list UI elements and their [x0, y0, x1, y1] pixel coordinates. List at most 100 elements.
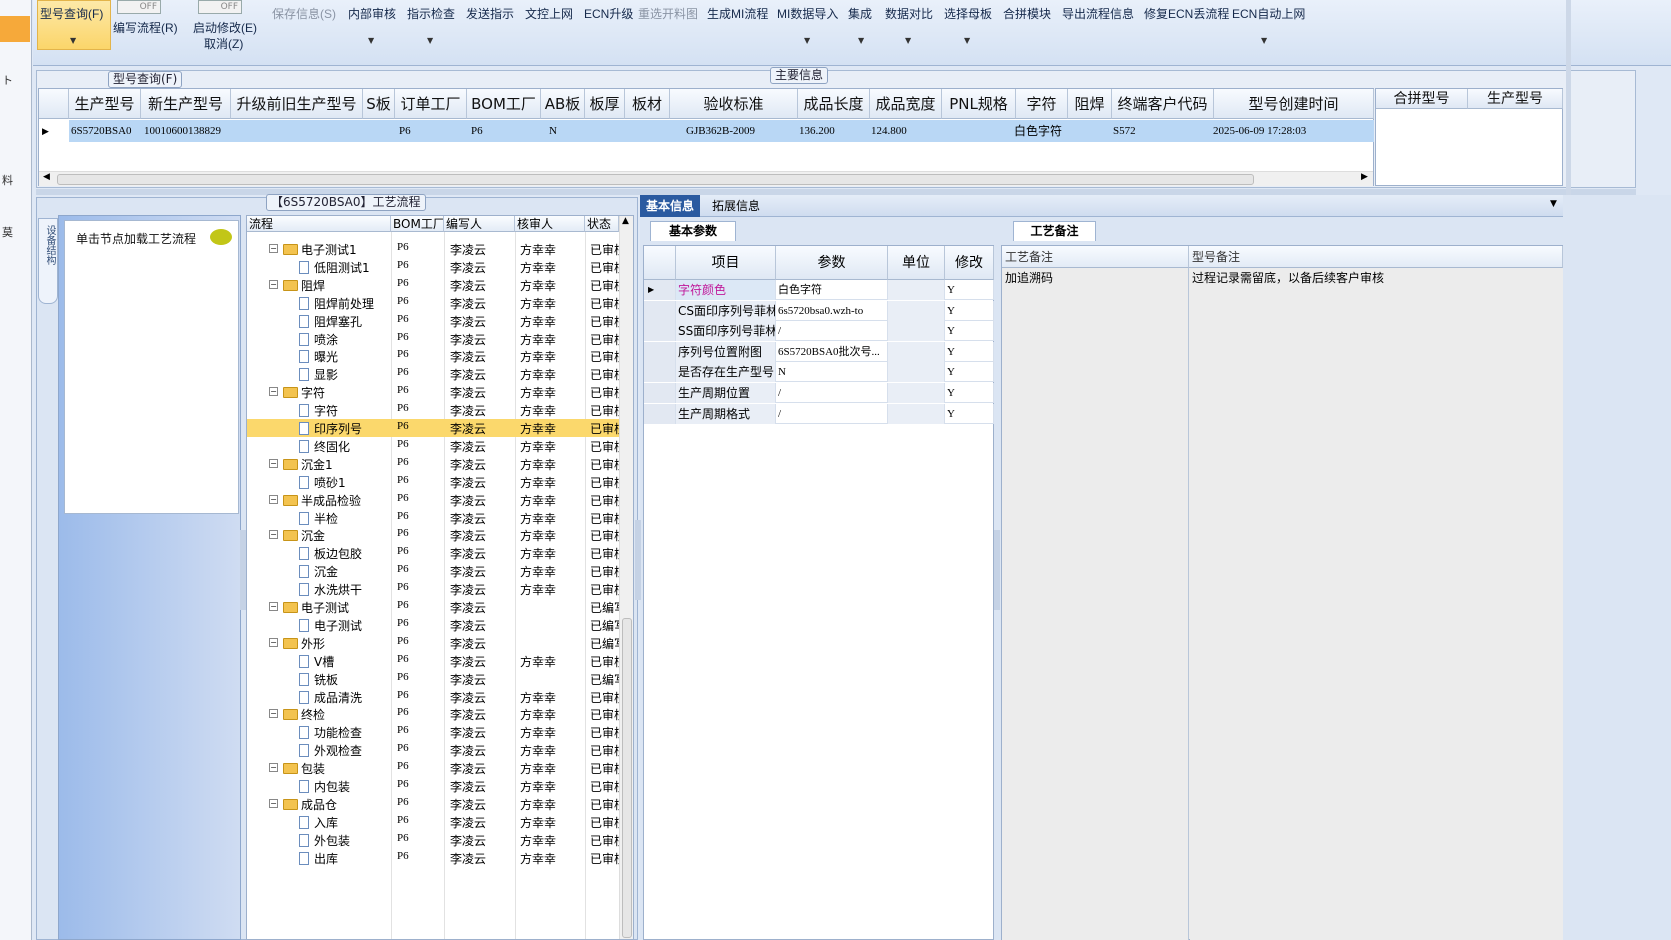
- cell-created[interactable]: 2025-06-09 17:28:03: [1210, 121, 1306, 141]
- scroll-left-icon[interactable]: ◀: [43, 172, 50, 182]
- chevron-down-icon[interactable]: ▼: [964, 36, 970, 45]
- column-header[interactable]: 生产型号: [69, 89, 141, 119]
- chevron-down-icon[interactable]: ▼: [1550, 199, 1557, 209]
- equipment-tab[interactable]: 设备结构: [38, 218, 58, 304]
- chevron-down-icon[interactable]: ▼: [905, 36, 911, 45]
- param-row[interactable]: 序列号位置附图 6S5720BSA0批次号... Y: [644, 341, 994, 362]
- param-unit[interactable]: [888, 321, 945, 342]
- tree-row[interactable]: 外观检查 P6 李凌云 方幸幸 已审核: [247, 741, 619, 759]
- tree-row[interactable]: 成品清洗 P6 李凌云 方幸幸 已审核: [247, 688, 619, 706]
- export-flow-button[interactable]: 导出流程信息: [1062, 5, 1134, 22]
- param-unit[interactable]: [888, 341, 945, 362]
- tree-row[interactable]: 喷砂1 P6 李凌云 方幸幸 已审核: [247, 473, 619, 491]
- param-modify[interactable]: Y: [945, 321, 994, 342]
- edit-toggle[interactable]: OFF: [117, 0, 161, 14]
- param-value[interactable]: 白色字符: [776, 280, 888, 300]
- chevron-down-icon[interactable]: ▼: [804, 36, 810, 45]
- collapse-toggle-icon[interactable]: −: [269, 494, 278, 504]
- tree-row[interactable]: 沉金 P6 李凌云 方幸幸 已审核: [247, 562, 619, 580]
- cell-width[interactable]: 124.800: [868, 121, 907, 141]
- instruction-check-button[interactable]: 指示检查: [407, 5, 455, 22]
- param-unit[interactable]: [888, 280, 945, 300]
- tree-row[interactable]: − 半成品检验 P6 李凌云 方幸幸 已审核: [247, 491, 619, 509]
- chevron-down-icon[interactable]: ▼: [858, 36, 864, 45]
- collapse-toggle-icon[interactable]: −: [269, 530, 278, 540]
- column-header[interactable]: AB板: [541, 89, 585, 119]
- param-unit[interactable]: [888, 300, 945, 321]
- collapse-toggle-icon[interactable]: −: [269, 637, 278, 647]
- param-modify[interactable]: Y: [945, 383, 994, 403]
- collapse-toggle-icon[interactable]: −: [269, 763, 278, 773]
- chevron-down-icon[interactable]: ▼: [368, 36, 374, 45]
- ecn-upgrade-button[interactable]: ECN升级: [584, 5, 633, 22]
- tab-process-notes[interactable]: 工艺备注: [1013, 221, 1096, 241]
- splitter-grip[interactable]: [635, 520, 641, 600]
- param-modify[interactable]: Y: [945, 300, 994, 321]
- scroll-thumb[interactable]: [622, 618, 632, 938]
- tree-row[interactable]: 阻焊前处理 P6 李凌云 方幸幸 已审核: [247, 294, 619, 312]
- edit-flow-button[interactable]: 编写流程(R): [113, 19, 178, 36]
- tree-row[interactable]: 外包装 P6 李凌云 方幸幸 已审核: [247, 831, 619, 849]
- column-header[interactable]: S板: [363, 89, 395, 119]
- cell-character[interactable]: 白色字符: [1011, 121, 1062, 141]
- modify-toggle[interactable]: OFF: [198, 0, 242, 14]
- tree-row[interactable]: 终固化 P6 李凌云 方幸幸 已审核: [247, 437, 619, 455]
- cancel-button[interactable]: 取消(Z): [204, 35, 243, 52]
- tree-row[interactable]: − 字符 P6 李凌云 方幸幸 已审核: [247, 383, 619, 401]
- tree-row[interactable]: 阻焊塞孔 P6 李凌云 方幸幸 已审核: [247, 312, 619, 330]
- collapse-toggle-icon[interactable]: −: [269, 387, 278, 397]
- param-value[interactable]: 6s5720bsa0.wzh-to: [776, 300, 888, 321]
- chevron-down-icon[interactable]: ▼: [1261, 36, 1267, 45]
- cell-standard[interactable]: GJB362B-2009: [683, 121, 755, 141]
- tree-row[interactable]: 曝光 P6 李凌云 方幸幸 已审核: [247, 347, 619, 365]
- reselect-cutting-button[interactable]: 重选开料图: [638, 5, 698, 22]
- param-value[interactable]: /: [776, 321, 888, 342]
- param-row[interactable]: 生产周期格式 / Y: [644, 403, 994, 424]
- cell-ab-board[interactable]: N: [546, 121, 557, 141]
- tree-row[interactable]: − 电子测试1 P6 李凌云 方幸幸 已审核: [247, 240, 619, 258]
- tree-row[interactable]: − 终检 P6 李凌云 方幸幸 已审核: [247, 705, 619, 723]
- model-query-button[interactable]: 型号查询(F): [40, 5, 103, 22]
- tree-row[interactable]: − 成品仓 P6 李凌云 方幸幸 已审核: [247, 795, 619, 813]
- doc-upload-button[interactable]: 文控上网: [525, 5, 573, 22]
- column-header[interactable]: 参数: [776, 246, 888, 280]
- tree-row[interactable]: V槽 P6 李凌云 方幸幸 已审核: [247, 652, 619, 670]
- tab-basic-info[interactable]: 基本信息: [640, 195, 701, 217]
- collapse-toggle-icon[interactable]: −: [269, 798, 278, 808]
- column-header[interactable]: 型号备注: [1189, 246, 1563, 268]
- integrate-button[interactable]: 集成: [848, 5, 872, 22]
- param-unit[interactable]: [888, 403, 945, 424]
- tree-row[interactable]: 板边包胶 P6 李凌云 方幸幸 已审核: [247, 544, 619, 562]
- param-modify[interactable]: Y: [945, 362, 994, 383]
- column-header[interactable]: 工艺备注: [1002, 246, 1189, 268]
- param-modify[interactable]: Y: [945, 403, 994, 424]
- column-header[interactable]: 终端客户代码: [1112, 89, 1214, 119]
- column-header[interactable]: 成品长度: [798, 89, 870, 119]
- tree-row[interactable]: 入库 P6 李凌云 方幸幸 已审核: [247, 813, 619, 831]
- merge-module-button[interactable]: 合拼模块: [1003, 5, 1051, 22]
- column-header[interactable]: BOM工厂: [467, 89, 541, 119]
- start-modify-button[interactable]: 启动修改(E): [193, 19, 257, 36]
- column-header[interactable]: 修改: [945, 246, 994, 280]
- tree-row[interactable]: − 电子测试 P6 李凌云 已编写: [247, 598, 619, 616]
- param-value[interactable]: /: [776, 383, 888, 403]
- tree-row[interactable]: − 沉金 P6 李凌云 方幸幸 已审核: [247, 526, 619, 544]
- tree-row[interactable]: 功能检查 P6 李凌云 方幸幸 已审核: [247, 723, 619, 741]
- collapse-toggle-icon[interactable]: −: [269, 244, 278, 253]
- column-header[interactable]: 字符: [1016, 89, 1068, 119]
- cell-new-model[interactable]: 10010600138829: [141, 121, 221, 141]
- chevron-down-icon[interactable]: ▼: [427, 36, 433, 45]
- ecn-auto-button[interactable]: ECN自动上网: [1232, 5, 1305, 22]
- model-query-tab[interactable]: 型号查询(F): [108, 71, 183, 88]
- param-unit[interactable]: [888, 383, 945, 403]
- column-header[interactable]: 项目: [676, 246, 776, 280]
- column-header[interactable]: 板材: [625, 89, 670, 119]
- param-value[interactable]: /: [776, 403, 888, 424]
- param-value[interactable]: N: [776, 362, 888, 383]
- param-value[interactable]: 6S5720BSA0批次号...: [776, 341, 888, 362]
- tree-row[interactable]: 字符 P6 李凌云 方幸幸 已审核: [247, 401, 619, 419]
- tree-row[interactable]: − 外形 P6 李凌云 已编写: [247, 634, 619, 652]
- cell-customer[interactable]: S572: [1110, 121, 1136, 141]
- tree-row[interactable]: 水洗烘干 P6 李凌云 方幸幸 已审核: [247, 580, 619, 598]
- tab-basic-params[interactable]: 基本参数: [650, 221, 736, 241]
